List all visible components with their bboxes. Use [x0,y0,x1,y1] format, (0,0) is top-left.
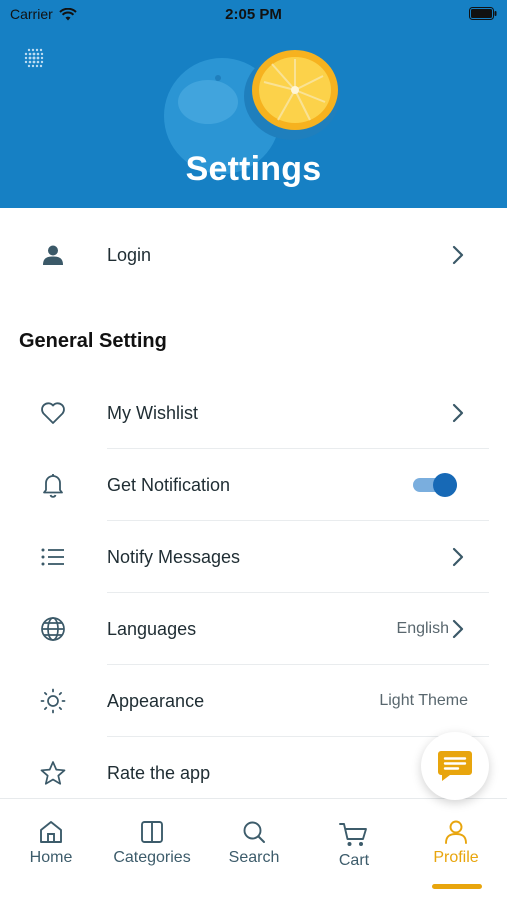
toggle-knob [433,473,457,497]
settings-row-languages[interactable]: Languages English [0,593,507,665]
appearance-label: Appearance [107,690,205,711]
login-label: Login [107,244,152,265]
settings-row-wishlist[interactable]: My Wishlist [0,377,507,449]
grid-dots-icon [24,48,44,68]
list-icon [38,542,68,572]
general-setting-heading: General Setting [19,330,167,352]
cart-icon [339,823,367,846]
chat-icon [438,751,472,781]
globe-icon [38,614,68,644]
status-bar: Carrier 2:05 PM [0,0,507,30]
bottom-tab-bar: Home Categories Search Cart Profile [0,798,507,900]
notification-label: Get Notification [107,474,231,495]
settings-header: Settings [0,0,507,208]
chevron-right-icon [451,245,465,265]
tab-search[interactable]: Search [204,819,304,867]
profile-icon [445,820,467,844]
tab-search-label: Search [228,849,280,866]
wishlist-label: My Wishlist [107,402,198,423]
user-icon [38,240,68,270]
settings-row-notify-messages[interactable]: Notify Messages [0,521,507,593]
languages-label: Languages [107,618,197,639]
tab-categories[interactable]: Categories [102,819,202,867]
active-tab-indicator [432,884,482,889]
battery-icon [469,7,497,20]
tab-cart[interactable]: Cart [304,822,404,870]
home-icon [40,821,62,843]
chat-fab-button[interactable] [421,732,489,800]
chevron-right-icon [451,547,465,567]
heart-icon [38,398,68,428]
tab-home-label: Home [29,849,73,866]
page-title: Settings [185,150,322,188]
tab-home[interactable]: Home [1,819,101,867]
tab-profile-label: Profile [433,849,479,866]
notification-toggle[interactable] [413,473,457,497]
login-row[interactable]: Login [0,219,507,291]
categories-icon [141,821,163,843]
chevron-right-icon [451,619,465,639]
search-icon [243,821,265,843]
chevron-right-icon [451,403,465,423]
status-time: 2:05 PM [225,6,282,23]
star-icon [38,758,68,788]
tab-categories-label: Categories [113,849,191,866]
rate-app-label: Rate the app [107,762,211,783]
language-value: English [396,620,449,637]
tab-profile[interactable]: Profile [406,819,506,867]
notify-messages-label: Notify Messages [107,546,241,567]
sun-icon [38,686,68,716]
appearance-value: Light Theme [379,692,468,709]
tab-cart-label: Cart [338,852,370,869]
bell-icon [38,470,68,500]
settings-row-appearance[interactable]: Appearance Light Theme [0,665,507,737]
settings-row-notification: Get Notification [0,449,507,521]
